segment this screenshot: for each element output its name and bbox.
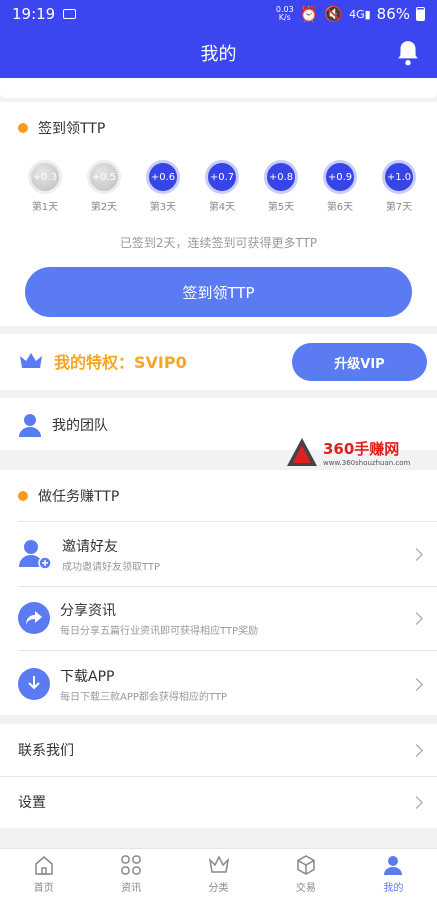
contact-us-row[interactable]: 联系我们 (0, 724, 437, 776)
tab-category[interactable]: 分类 (175, 849, 262, 900)
coin-icon: +0.9 (323, 160, 357, 194)
download-icon (18, 668, 50, 700)
top-strip (0, 78, 437, 98)
status-time: 19:19 (12, 5, 56, 23)
net-speed: 0.03 K/s (276, 6, 294, 22)
watermark-url: www.360shouzhuan.com (323, 458, 411, 467)
chevron-right-icon (410, 795, 423, 809)
coin-icon: +0.6 (146, 160, 180, 194)
cube-icon (297, 855, 315, 875)
orange-dot-icon (18, 491, 28, 501)
person-icon (19, 414, 41, 437)
tab-mine[interactable]: 我的 (350, 849, 437, 900)
divider (18, 521, 437, 522)
checkin-title-text: 签到领TTP (38, 121, 106, 137)
orange-dot-icon (18, 123, 28, 133)
day-label: 第7天 (385, 202, 413, 213)
task-title: 下载APP (60, 668, 115, 685)
tab-label: 资讯 (121, 883, 142, 894)
checkin-hint: 已签到2天，连续签到可获得更多TTP (119, 236, 318, 250)
day-label: 第1天 (31, 202, 59, 213)
privilege-label: 我的特权：SVIP0 (54, 353, 187, 372)
day-label: 第5天 (267, 202, 295, 213)
share-icon (18, 602, 50, 634)
tasks-title: 做任务赚TTP (18, 486, 119, 506)
task-title: 邀请好友 (62, 538, 118, 555)
coin-icon: +0.8 (264, 160, 298, 194)
chevron-right-icon (410, 547, 423, 561)
team-label: 我的团队 (52, 418, 108, 434)
crown-icon (20, 353, 42, 368)
settings-row[interactable]: 设置 (0, 776, 437, 828)
tab-label: 分类 (208, 883, 229, 894)
task-item-invite[interactable]: 邀请好友 成功邀请好友领取TTP (0, 532, 437, 576)
tasks-title-text: 做任务赚TTP (38, 489, 120, 505)
task-subtitle: 成功邀请好友领取TTP (62, 561, 161, 573)
day-label: 第4天 (208, 202, 236, 213)
day-label: 第6天 (326, 202, 354, 213)
person-icon (384, 856, 403, 875)
checkin-day: +0.3 第1天 (22, 160, 68, 213)
coin-icon: +0.3 (28, 160, 62, 194)
battery-icon (416, 7, 425, 21)
mute-icon: 🔇 (324, 5, 344, 23)
tab-trade[interactable]: 交易 (262, 849, 349, 900)
grid-icon (121, 855, 141, 875)
net-speed-unit: K/s (278, 13, 291, 22)
task-item-share[interactable]: 分享资讯 每日分享五篇行业资讯即可获得相应TTP奖励 (0, 598, 437, 638)
divider (18, 650, 437, 651)
bell-icon[interactable] (395, 39, 421, 67)
watermark: 360手赚网 www.360shouzhuan.com (285, 432, 437, 472)
checkin-day: +0.7 第4天 (199, 160, 245, 213)
watermark-brand: 360手赚网 (323, 439, 400, 458)
upgrade-vip-button[interactable]: 升级VIP (292, 343, 427, 381)
signal-icon: 4G▮ (349, 7, 371, 21)
task-subtitle: 每日分享五篇行业资讯即可获得相应TTP奖励 (60, 625, 259, 637)
tab-news[interactable]: 资讯 (87, 849, 174, 900)
chevron-right-icon (410, 611, 423, 625)
task-title: 分享资讯 (60, 602, 116, 619)
day-label: 第3天 (149, 202, 177, 213)
watermark-logo (287, 438, 317, 466)
invite-friends-icon (19, 540, 52, 570)
contact-us-label: 联系我们 (18, 743, 74, 759)
task-item-download[interactable]: 下载APP 每日下载三款APP都会获得相应的TTP (0, 664, 437, 704)
battery-level: 86% (376, 5, 410, 23)
checkin-days: +0.3 第1天 +0.5 第2天 +0.6 第3天 +0.7 第4天 +0.8… (22, 160, 422, 213)
task-subtitle: 每日下载三款APP都会获得相应的TTP (60, 691, 227, 703)
tab-label: 交易 (295, 883, 316, 894)
home-icon (34, 856, 53, 875)
chevron-right-icon (410, 743, 423, 757)
bottom-tab-bar: 首页 资讯 分类 交易 我的 (0, 848, 437, 900)
chevron-right-icon (410, 677, 423, 691)
settings-label: 设置 (18, 795, 46, 811)
coin-icon: +0.5 (87, 160, 121, 194)
alarm-icon: ⏰ (299, 5, 319, 23)
checkin-day: +0.6 第3天 (140, 160, 186, 213)
checkin-day: +0.5 第2天 (81, 160, 127, 213)
app-header: 我的 (0, 28, 437, 78)
crown-icon (208, 855, 229, 873)
coin-icon: +1.0 (382, 160, 416, 194)
checkin-title: 签到领TTP (18, 118, 105, 138)
checkin-day: +0.8 第5天 (258, 160, 304, 213)
checkin-button[interactable]: 签到领TTP (25, 267, 412, 317)
status-bar: 19:19 0.03 K/s ⏰ 🔇 4G▮ 86% (0, 0, 437, 28)
tab-label: 首页 (33, 883, 54, 894)
checkin-day: +1.0 第7天 (376, 160, 422, 213)
tab-home[interactable]: 首页 (0, 849, 87, 900)
checkin-day: +0.9 第6天 (317, 160, 363, 213)
coin-icon: +0.7 (205, 160, 239, 194)
image-icon (63, 9, 77, 19)
page-title: 我的 (200, 44, 237, 65)
day-label: 第2天 (90, 202, 118, 213)
divider (18, 586, 437, 587)
tab-label: 我的 (383, 883, 404, 894)
